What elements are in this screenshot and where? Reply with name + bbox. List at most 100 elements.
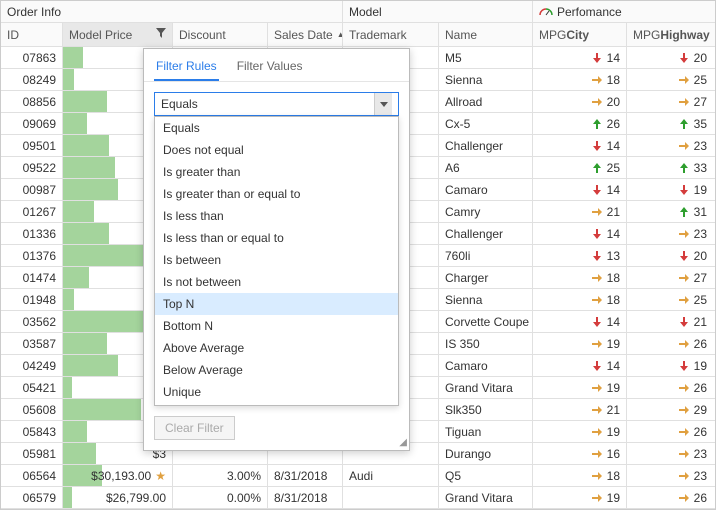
arrow-up-icon: [678, 162, 690, 174]
header-id[interactable]: ID: [1, 23, 63, 46]
chevron-down-icon[interactable]: [374, 93, 392, 115]
filter-option[interactable]: Top N: [155, 293, 398, 315]
cell-sales-date: 8/31/2018: [268, 465, 343, 486]
cell-name: Cx-5: [439, 113, 533, 134]
filter-option[interactable]: Is greater than: [155, 161, 398, 183]
cell-mpg-highway: 26: [627, 377, 713, 398]
arrow-flat-icon: [678, 426, 690, 438]
cell-name: Grand Vitara: [439, 377, 533, 398]
filter-option[interactable]: Above Average: [155, 337, 398, 359]
cell-name: Challenger: [439, 135, 533, 156]
cell-mpg-city: 16: [533, 443, 627, 464]
filter-option[interactable]: Is not between: [155, 271, 398, 293]
cell-mpg-city: 19: [533, 333, 627, 354]
arrow-flat-icon: [591, 294, 603, 306]
band-perf-label: Perfomance: [557, 5, 622, 19]
header-discount[interactable]: Discount: [173, 23, 268, 46]
arrow-flat-icon: [678, 228, 690, 240]
cell-id: 09501: [1, 135, 63, 156]
header-trademark[interactable]: Trademark: [343, 23, 439, 46]
filter-option[interactable]: Duplicate: [155, 403, 398, 406]
filter-option[interactable]: Is greater than or equal to: [155, 183, 398, 205]
cell-mpg-highway: 20: [627, 47, 713, 68]
arrow-flat-icon: [591, 74, 603, 86]
cell-mpg-highway: 31: [627, 201, 713, 222]
arrow-flat-icon: [591, 382, 603, 394]
cell-id: 09522: [1, 157, 63, 178]
header-mpg-highway[interactable]: MPG Highway: [627, 23, 713, 46]
cell-name: Corvette Coupe: [439, 311, 533, 332]
arrow-down-icon: [678, 316, 690, 328]
filter-icon[interactable]: [156, 28, 166, 41]
cell-id: 08856: [1, 91, 63, 112]
arrow-flat-icon: [591, 448, 603, 460]
cell-id: 03587: [1, 333, 63, 354]
resize-grip-icon[interactable]: ◢: [399, 437, 407, 448]
arrow-down-icon: [591, 184, 603, 196]
filter-option[interactable]: Equals: [155, 117, 398, 139]
filter-option[interactable]: Is less than: [155, 205, 398, 227]
cell-id: 09069: [1, 113, 63, 134]
cell-id: 01267: [1, 201, 63, 222]
cell-id: 00987: [1, 179, 63, 200]
cell-name: Challenger: [439, 223, 533, 244]
tab-filter-values[interactable]: Filter Values: [235, 55, 305, 81]
header-sales-date[interactable]: Sales Date ▲: [268, 23, 343, 46]
header-model-price[interactable]: Model Price: [63, 23, 173, 46]
cell-id: 01948: [1, 289, 63, 310]
filter-option[interactable]: Is less than or equal to: [155, 227, 398, 249]
filter-option[interactable]: Below Average: [155, 359, 398, 381]
combo-input[interactable]: Equals: [154, 92, 399, 116]
price-bar: [63, 487, 72, 508]
arrow-down-icon: [678, 250, 690, 262]
cell-mpg-highway: 21: [627, 311, 713, 332]
band-model[interactable]: Model: [343, 1, 533, 22]
header-name[interactable]: Name: [439, 23, 533, 46]
tab-filter-rules[interactable]: Filter Rules: [154, 55, 219, 81]
arrow-flat-icon: [678, 294, 690, 306]
table-row[interactable]: 06564$30,193.00★3.00%8/31/2018AudiQ51823: [1, 465, 715, 487]
table-row[interactable]: 06579$26,799.000.00%8/31/2018Grand Vitar…: [1, 487, 715, 509]
cell-discount: 3.00%: [173, 465, 268, 486]
arrow-down-icon: [591, 140, 603, 152]
filter-option[interactable]: Does not equal: [155, 139, 398, 161]
arrow-flat-icon: [591, 492, 603, 504]
clear-filter-button[interactable]: Clear Filter: [154, 416, 235, 440]
arrow-flat-icon: [678, 74, 690, 86]
arrow-up-icon: [678, 118, 690, 130]
cell-mpg-highway: 25: [627, 69, 713, 90]
cell-mpg-highway: 26: [627, 421, 713, 442]
column-header-row: ID Model Price Discount Sales Date ▲ Tra…: [1, 23, 715, 47]
cell-trademark: [343, 487, 439, 508]
cell-name: Camry: [439, 201, 533, 222]
filter-rule-combo[interactable]: Equals EqualsDoes not equalIs greater th…: [154, 92, 399, 116]
header-mpg-city[interactable]: MPG City: [533, 23, 627, 46]
price-bar: [63, 399, 141, 420]
price-bar: [63, 223, 109, 244]
arrow-down-icon: [678, 360, 690, 372]
price-bar: [63, 113, 87, 134]
cell-id: 05843: [1, 421, 63, 442]
price-bar: [63, 91, 107, 112]
cell-price: $30,193.00★: [63, 465, 173, 486]
price-bar: [63, 47, 83, 68]
filter-option[interactable]: Is between: [155, 249, 398, 271]
filter-option[interactable]: Bottom N: [155, 315, 398, 337]
cell-mpg-city: 13: [533, 245, 627, 266]
cell-mpg-city: 18: [533, 465, 627, 486]
filter-dropdown[interactable]: EqualsDoes not equalIs greater thanIs gr…: [154, 116, 399, 406]
arrow-flat-icon: [678, 272, 690, 284]
arrow-flat-icon: [678, 404, 690, 416]
cell-discount: 0.00%: [173, 487, 268, 508]
cell-id: 01474: [1, 267, 63, 288]
cell-id: 06579: [1, 487, 63, 508]
cell-name: Charger: [439, 267, 533, 288]
price-bar: [63, 443, 96, 464]
arrow-flat-icon: [591, 470, 603, 482]
cell-mpg-highway: 25: [627, 289, 713, 310]
band-performance[interactable]: Perfomance: [533, 1, 713, 22]
arrow-up-icon: [591, 162, 603, 174]
band-order-info[interactable]: Order Info: [1, 1, 343, 22]
filter-option[interactable]: Unique: [155, 381, 398, 403]
cell-mpg-city: 14: [533, 135, 627, 156]
